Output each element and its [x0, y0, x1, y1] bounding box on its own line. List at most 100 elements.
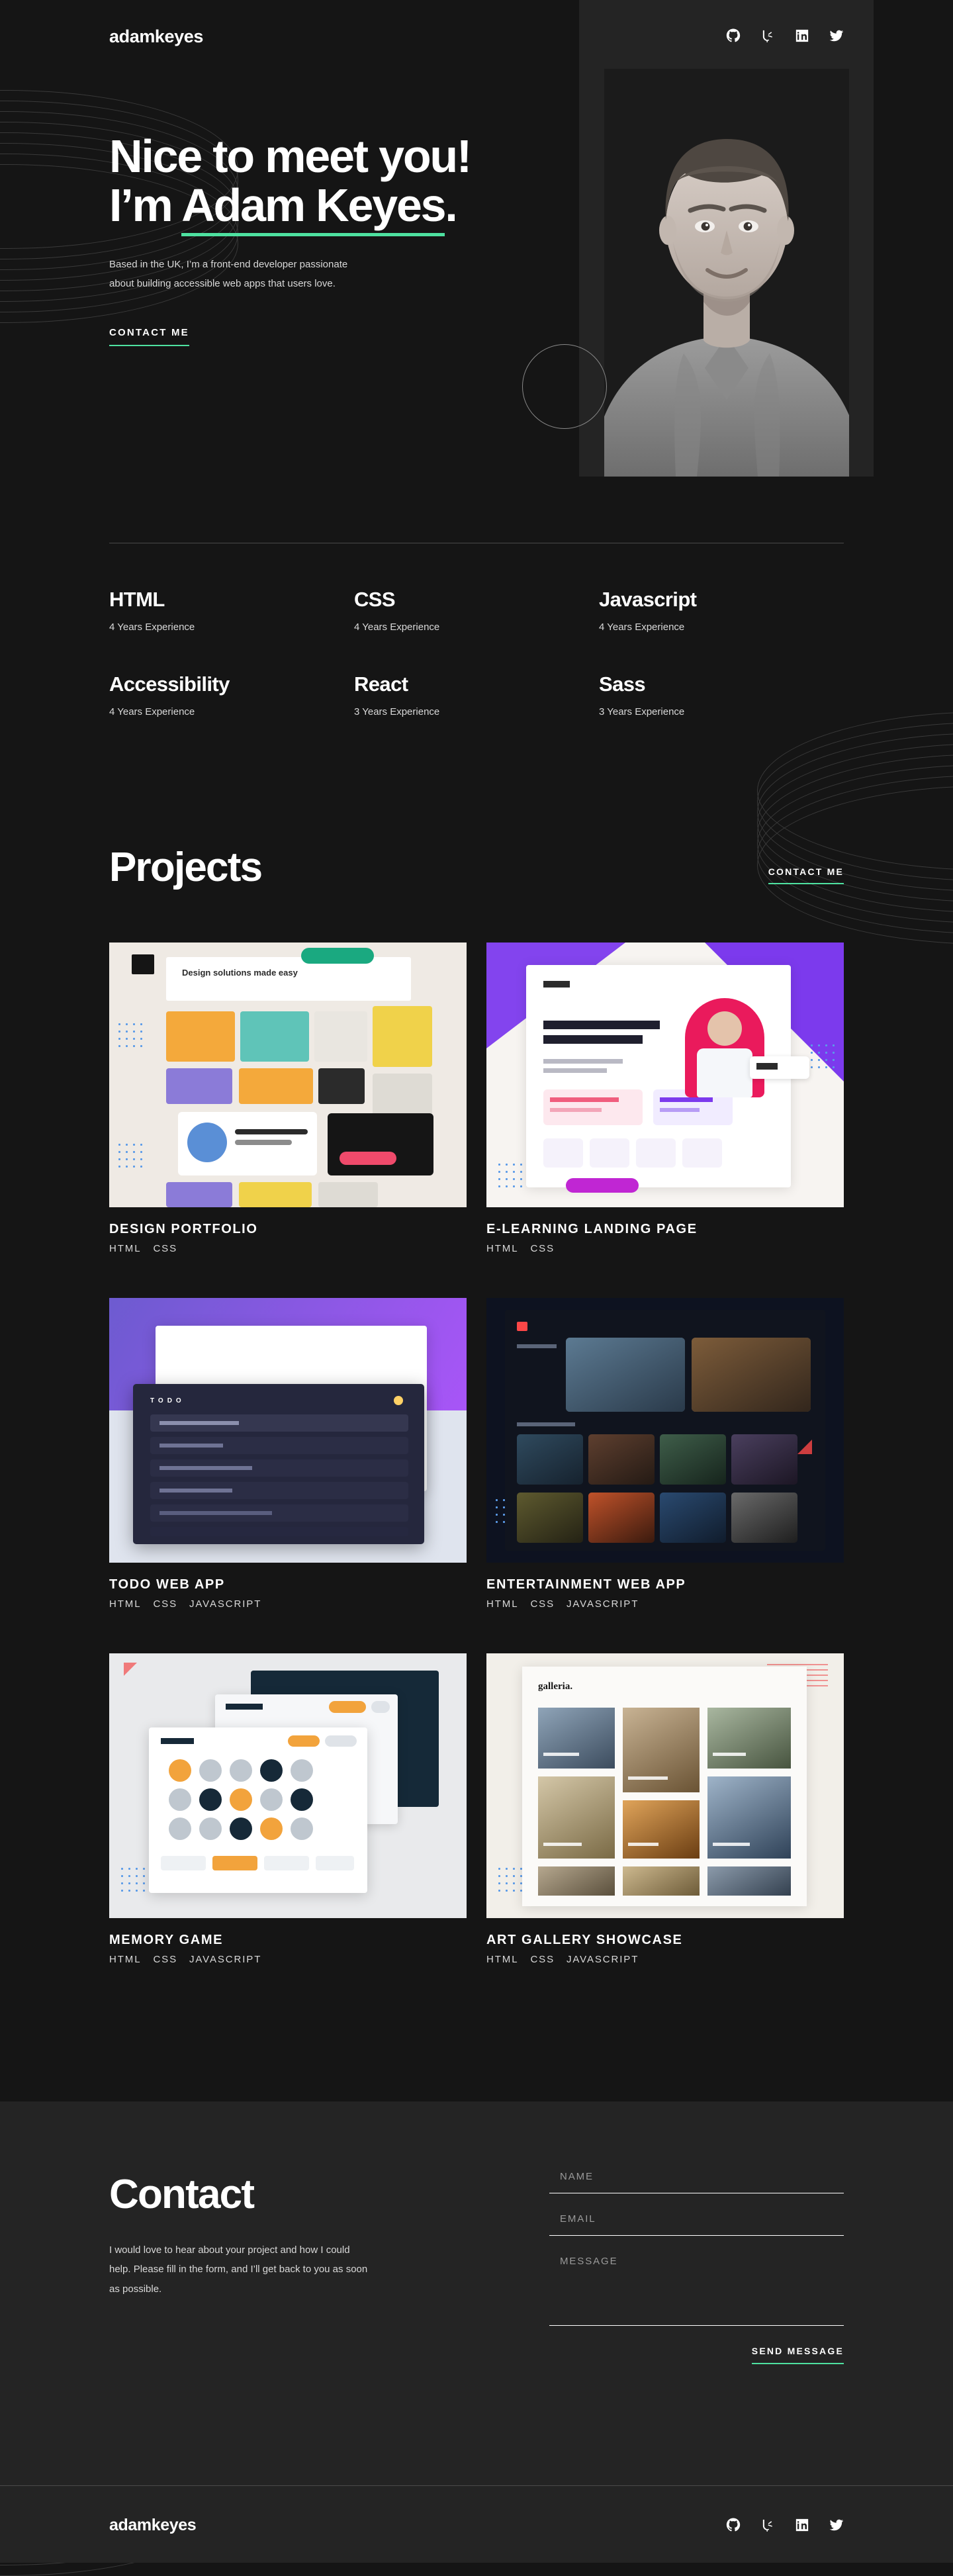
- footer-logo[interactable]: adamkeyes: [109, 2516, 197, 2535]
- project-tag: JAVASCRIPT: [566, 1954, 639, 1965]
- project-thumbnail-art-gallery-showcase[interactable]: galleria.: [486, 1653, 844, 1918]
- projects-title: Projects: [109, 845, 263, 890]
- projects-contact-me-link[interactable]: Contact me: [768, 866, 844, 884]
- skill-experience: 4 Years Experience: [109, 621, 195, 633]
- github-icon[interactable]: [726, 2518, 741, 2532]
- name-input[interactable]: [549, 2171, 844, 2193]
- project-tag: HTML: [486, 1598, 519, 1610]
- hero-description: Based in the UK, I’m a front-end develop…: [109, 259, 348, 290]
- project-thumbnail-design-portfolio[interactable]: Design solutions made easy: [109, 943, 467, 1207]
- name-field-wrapper: [549, 2171, 844, 2193]
- project-tag: HTML: [486, 1954, 519, 1965]
- project-name: E-Learning Landing Page: [486, 1222, 698, 1236]
- skill-experience: 4 Years Experience: [109, 706, 195, 717]
- project-card[interactable]: Memory Game HTML CSS JAVASCRIPT: [109, 1653, 467, 1965]
- project-thumbnail-todo-web-app[interactable]: TODO TODO: [109, 1298, 467, 1563]
- skills-section: HTML 4 Years Experience CSS 4 Years Expe…: [109, 543, 844, 720]
- contact-description: I would love to hear about your project …: [109, 2244, 368, 2295]
- page-title: Nice to meet you! I’m Adam Keyes.: [109, 130, 619, 236]
- project-card[interactable]: Entertainment Web App HTML CSS JAVASCRIP…: [486, 1298, 844, 1610]
- project-card[interactable]: TODO TODO TODO WEB APP HTML CSS JAVASCRI…: [109, 1298, 467, 1610]
- email-field-wrapper: [549, 2213, 844, 2236]
- linkedin-icon[interactable]: [795, 28, 809, 43]
- project-tags: HTML CSS: [486, 1243, 844, 1254]
- skill-item: HTML 4 Years Experience: [109, 588, 354, 636]
- header-social-links: [726, 28, 844, 43]
- project-tag: HTML: [486, 1243, 519, 1254]
- project-thumbnail-memory-game[interactable]: [109, 1653, 467, 1918]
- project-name: Entertainment Web App: [486, 1577, 686, 1592]
- project-tag: CSS: [153, 1243, 177, 1254]
- skill-item: React 3 Years Experience: [354, 672, 599, 721]
- twitter-icon[interactable]: [829, 28, 844, 43]
- project-tag: CSS: [530, 1598, 555, 1610]
- projects-grid: Design solutions made easy DESIGN PORTFO…: [109, 943, 844, 1965]
- project-tag: HTML: [109, 1243, 142, 1254]
- email-input[interactable]: [549, 2213, 844, 2236]
- site-footer: adamkeyes: [0, 2485, 953, 2563]
- project-tags: HTML CSS JAVASCRIPT: [486, 1598, 844, 1610]
- frontend-mentor-icon[interactable]: [760, 2518, 775, 2532]
- project-tag: CSS: [530, 1954, 555, 1965]
- skill-experience: 4 Years Experience: [354, 621, 440, 633]
- project-thumbnail-entertainment-web-app[interactable]: [486, 1298, 844, 1563]
- project-name: Todo Web App: [109, 1577, 225, 1592]
- contact-title: Contact: [109, 2172, 255, 2217]
- project-name: Art Gallery Showcase: [486, 1933, 683, 1947]
- message-input[interactable]: [549, 2256, 844, 2326]
- skill-name: HTML: [109, 588, 165, 611]
- skill-name: Sass: [599, 672, 646, 696]
- contact-intro: Contact I would love to hear about your …: [109, 2171, 404, 2364]
- skills-grid: HTML 4 Years Experience CSS 4 Years Expe…: [109, 588, 844, 720]
- skill-name: CSS: [354, 588, 396, 611]
- portrait-image: [604, 69, 849, 477]
- project-name: Memory Game: [109, 1933, 224, 1947]
- project-tags: HTML CSS: [109, 1243, 467, 1254]
- skill-item: CSS 4 Years Experience: [354, 588, 599, 636]
- send-message-button[interactable]: Send message: [751, 2346, 844, 2364]
- hero-title-line2-suffix: .: [445, 179, 457, 231]
- skill-name: React: [354, 672, 408, 696]
- site-logo[interactable]: adamkeyes: [109, 26, 203, 47]
- project-name: Design Portfolio: [109, 1222, 258, 1236]
- project-tags: HTML CSS JAVASCRIPT: [486, 1954, 844, 1965]
- project-tag: JAVASCRIPT: [566, 1598, 639, 1610]
- hero-contact-me-link[interactable]: Contact me: [109, 327, 189, 346]
- project-tag: HTML: [109, 1598, 142, 1610]
- portfolio-page: Nice to meet you! I’m Adam Keyes. Based …: [0, 0, 953, 2576]
- skill-name: Accessibility: [109, 672, 230, 696]
- message-field-wrapper: [549, 2256, 844, 2326]
- project-tag: HTML: [109, 1954, 142, 1965]
- hero-title-line1: Nice to meet you!: [109, 130, 472, 182]
- project-tags: HTML CSS JAVASCRIPT: [109, 1954, 467, 1965]
- footer-social-links: [726, 2518, 844, 2532]
- skill-experience: 3 Years Experience: [599, 706, 685, 717]
- site-header: adamkeyes: [0, 0, 953, 86]
- hero-text-block: Nice to meet you! I’m Adam Keyes. Based …: [109, 132, 619, 346]
- decorative-circle: [522, 344, 607, 429]
- project-card[interactable]: E-Learning Landing Page HTML CSS: [486, 943, 844, 1254]
- skill-item: Sass 3 Years Experience: [599, 672, 844, 721]
- skill-experience: 4 Years Experience: [599, 621, 685, 633]
- twitter-icon[interactable]: [829, 2518, 844, 2532]
- projects-section: Projects Contact me Design solutions mad…: [109, 844, 844, 1965]
- linkedin-icon[interactable]: [795, 2518, 809, 2532]
- skill-item: Accessibility 4 Years Experience: [109, 672, 354, 721]
- projects-header: Projects Contact me: [109, 844, 844, 891]
- project-card[interactable]: galleria. ART GALLERY SHOWCASE HTML CSS …: [486, 1653, 844, 1965]
- project-tag: CSS: [153, 1598, 177, 1610]
- project-tag: JAVASCRIPT: [189, 1598, 262, 1610]
- skill-item: Javascript 4 Years Experience: [599, 588, 844, 636]
- hero-title-name: Adam Keyes: [181, 179, 447, 236]
- project-tag: CSS: [530, 1243, 555, 1254]
- skill-name: Javascript: [599, 588, 697, 611]
- project-tag: CSS: [153, 1954, 177, 1965]
- contact-form: Send message: [549, 2171, 844, 2364]
- hero-title-line2-prefix: I’m: [109, 179, 182, 231]
- project-tag: JAVASCRIPT: [189, 1954, 262, 1965]
- frontend-mentor-icon[interactable]: [760, 28, 775, 43]
- contact-section: Contact I would love to hear about your …: [0, 2101, 953, 2485]
- github-icon[interactable]: [726, 28, 741, 43]
- project-thumbnail-e-learning-landing-page[interactable]: [486, 943, 844, 1207]
- project-card[interactable]: Design solutions made easy DESIGN PORTFO…: [109, 943, 467, 1254]
